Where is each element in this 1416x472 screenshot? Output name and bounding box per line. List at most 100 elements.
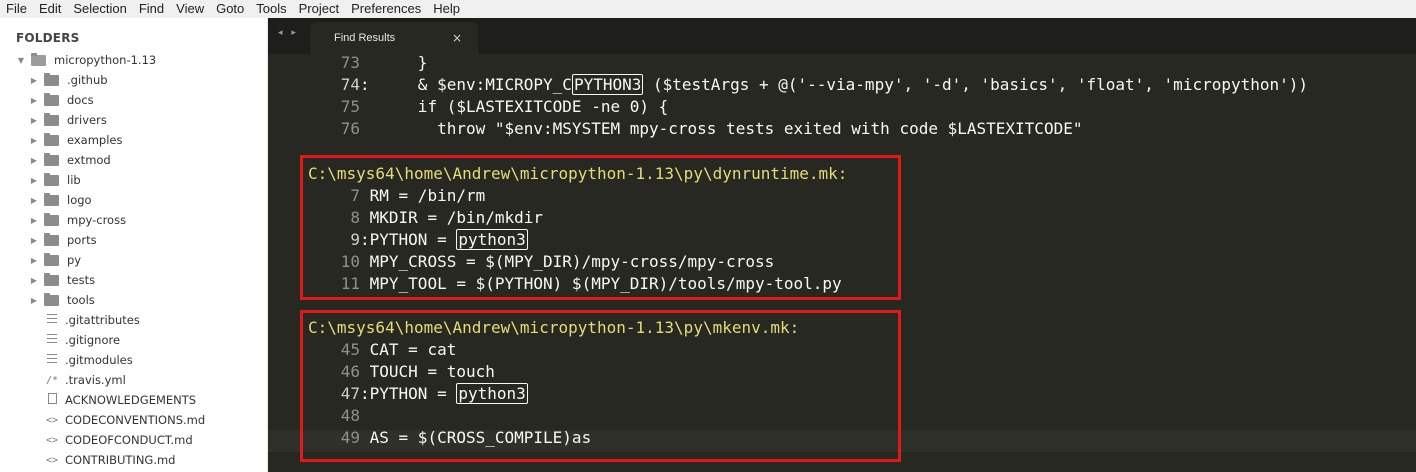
document-file-icon xyxy=(43,393,61,407)
tree-folder-docs[interactable]: ▶ docs xyxy=(0,90,267,110)
folders-title: FOLDERS xyxy=(16,31,80,45)
tree-folder-logo[interactable]: ▶ logo xyxy=(0,190,267,210)
tab-find-results[interactable]: Find Results × xyxy=(310,22,478,54)
chevron-right-icon[interactable]: ▶ xyxy=(29,116,39,125)
tree-file[interactable]: /* .travis.yml xyxy=(0,370,267,390)
menu-item-goto[interactable]: Goto xyxy=(210,0,250,18)
code-line[interactable]: 46 TOUCH = touch xyxy=(308,361,495,383)
code-file-icon: <> xyxy=(45,414,59,426)
code-line[interactable]: 74: & $env:MICROPY_C PYTHON3 ($testArgs +… xyxy=(308,74,1308,96)
tree-folder-extmod[interactable]: ▶ extmod xyxy=(0,150,267,170)
line-number: 74 xyxy=(340,75,360,94)
chevron-right-icon[interactable]: ▶ xyxy=(29,216,39,225)
code-line[interactable]: 75 if ($LASTEXITCODE -ne 0) { xyxy=(308,96,669,118)
sidebar: FOLDERS ▼ micropython-1.13 ▶ .github ▶ docs ▶ d… xyxy=(0,18,268,472)
menu-item-edit[interactable]: Edit xyxy=(33,0,67,18)
tree-root-folder[interactable]: ▼ micropython-1.13 xyxy=(0,50,267,70)
code-line[interactable]: 73 } xyxy=(308,52,428,74)
tree-file-label: CONTRIBUTING.md xyxy=(65,453,176,467)
tree-folder-tools[interactable]: ▶ tools xyxy=(0,290,267,310)
code-line[interactable]: 7 RM = /bin/rm xyxy=(308,185,485,207)
line-number: 11 xyxy=(340,274,360,293)
line-number: 10 xyxy=(340,252,360,271)
code-line[interactable]: 76 throw "$env:MSYSTEM mpy-cross tests e… xyxy=(308,118,1083,140)
chevron-right-icon[interactable]: ▶ xyxy=(29,136,39,145)
menu-item-preferences[interactable]: Preferences xyxy=(345,0,427,18)
tree-file[interactable]: .gitmodules xyxy=(0,350,267,370)
tree-folder-github[interactable]: ▶ .github xyxy=(0,70,267,90)
chevron-right-icon[interactable]: ▶ xyxy=(29,276,39,285)
code-line[interactable]: 10 MPY_CROSS = $(MPY_DIR)/mpy-cross/mpy-… xyxy=(308,251,774,273)
tab-nav-arrows-icon[interactable]: ◂ ▸ xyxy=(278,28,299,38)
match-marker xyxy=(360,97,370,116)
file-tree: ▼ micropython-1.13 ▶ .github ▶ docs ▶ drivers ▶ e… xyxy=(0,50,267,470)
menu-item-tools[interactable]: Tools xyxy=(250,0,292,18)
tree-folder-label: mpy-cross xyxy=(67,213,127,227)
match-marker: : xyxy=(360,230,370,249)
menu-item-find[interactable]: Find xyxy=(133,0,170,18)
code-text: throw "$env:MSYSTEM mpy-cross tests exit… xyxy=(369,119,1083,138)
match-marker: : xyxy=(360,75,370,94)
folder-shape xyxy=(44,193,59,206)
code-line[interactable]: 8 MKDIR = /bin/mkdir xyxy=(308,207,543,229)
folder-icon xyxy=(43,153,61,166)
tree-file-label: CODEOFCONDUCT.md xyxy=(65,433,193,447)
close-icon[interactable]: × xyxy=(452,31,462,45)
code-line[interactable]: 48 xyxy=(308,405,370,427)
comment-file-icon: /* xyxy=(45,374,59,386)
tree-folder-ports[interactable]: ▶ ports xyxy=(0,230,267,250)
menu-item-file[interactable]: File xyxy=(0,0,33,18)
tree-folder-drivers[interactable]: ▶ drivers xyxy=(0,110,267,130)
code-text: MPY_CROSS = $(MPY_DIR)/mpy-cross/mpy-cro… xyxy=(369,252,775,271)
chevron-right-icon[interactable]: ▶ xyxy=(29,256,39,265)
tree-file[interactable]: <> CODEOFCONDUCT.md xyxy=(0,430,267,450)
menu-item-view[interactable]: View xyxy=(170,0,210,18)
tree-folder-label: logo xyxy=(67,193,92,207)
tree-file[interactable]: <> CONTRIBUTING.md xyxy=(0,450,267,470)
tree-folder-tests[interactable]: ▶ tests xyxy=(0,270,267,290)
code-line[interactable]: 47:PYTHON = python3 xyxy=(308,383,528,405)
file-path-header[interactable]: C:\msys64\home\Andrew\micropython-1.13\p… xyxy=(308,163,847,185)
match-highlight: python3 xyxy=(456,229,528,250)
tree-file[interactable]: .gitignore xyxy=(0,330,267,350)
chevron-right-icon[interactable]: ▶ xyxy=(29,76,39,85)
folder-shape xyxy=(44,233,59,246)
folder-icon xyxy=(43,113,61,126)
code-line[interactable]: 9:PYTHON = python3 xyxy=(308,229,528,251)
tree-folder-label: lib xyxy=(67,173,81,187)
editor-find-results[interactable]: 73 } 74: & $env:MICROPY_C PYTHON3 ($testAr… xyxy=(268,52,1416,472)
code-file-icon: <> xyxy=(45,454,59,466)
code-line[interactable]: 45 CAT = cat xyxy=(308,339,457,361)
code-line[interactable]: 11 MPY_TOOL = $(PYTHON) $(MPY_DIR)/tools… xyxy=(308,273,842,295)
folder-shape xyxy=(44,133,59,146)
match-marker xyxy=(360,406,370,425)
menu-item-selection[interactable]: Selection xyxy=(67,0,132,18)
tree-folder-label: drivers xyxy=(67,113,107,127)
tree-file[interactable]: ACKNOWLEDGEMENTS xyxy=(0,390,267,410)
menu-item-help[interactable]: Help xyxy=(427,0,466,18)
match-marker xyxy=(360,119,370,138)
code-line[interactable]: 49 AS = $(CROSS_COMPILE)as xyxy=(308,427,591,449)
tree-folder-py[interactable]: ▶ py xyxy=(0,250,267,270)
menu-item-project[interactable]: Project xyxy=(293,0,345,18)
chevron-right-icon[interactable]: ▶ xyxy=(29,236,39,245)
tree-folder-examples[interactable]: ▶ examples xyxy=(0,130,267,150)
code-text: MPY_TOOL = $(PYTHON) $(MPY_DIR)/tools/mp… xyxy=(369,274,842,293)
chevron-right-icon[interactable]: ▶ xyxy=(29,156,39,165)
lines-file-icon xyxy=(43,334,61,346)
tree-folder-label: py xyxy=(67,253,82,267)
tree-file[interactable]: <> CODECONVENTIONS.md xyxy=(0,410,267,430)
line-number: 75 xyxy=(340,97,360,116)
file-path-header[interactable]: C:\msys64\home\Andrew\micropython-1.13\p… xyxy=(308,317,799,339)
chevron-right-icon[interactable]: ▶ xyxy=(29,196,39,205)
chevron-down-icon[interactable]: ▼ xyxy=(16,56,26,65)
match-marker xyxy=(360,362,370,381)
chevron-right-icon[interactable]: ▶ xyxy=(29,176,39,185)
chevron-right-icon[interactable]: ▶ xyxy=(29,296,39,305)
tree-folder-lib[interactable]: ▶ lib xyxy=(0,170,267,190)
chevron-right-icon[interactable]: ▶ xyxy=(29,96,39,105)
tree-folder-mpy-cross[interactable]: ▶ mpy-cross xyxy=(0,210,267,230)
tree-file[interactable]: .gitattributes xyxy=(0,310,267,330)
tree-folder-label: docs xyxy=(67,93,94,107)
line-number: 46 xyxy=(340,362,360,381)
